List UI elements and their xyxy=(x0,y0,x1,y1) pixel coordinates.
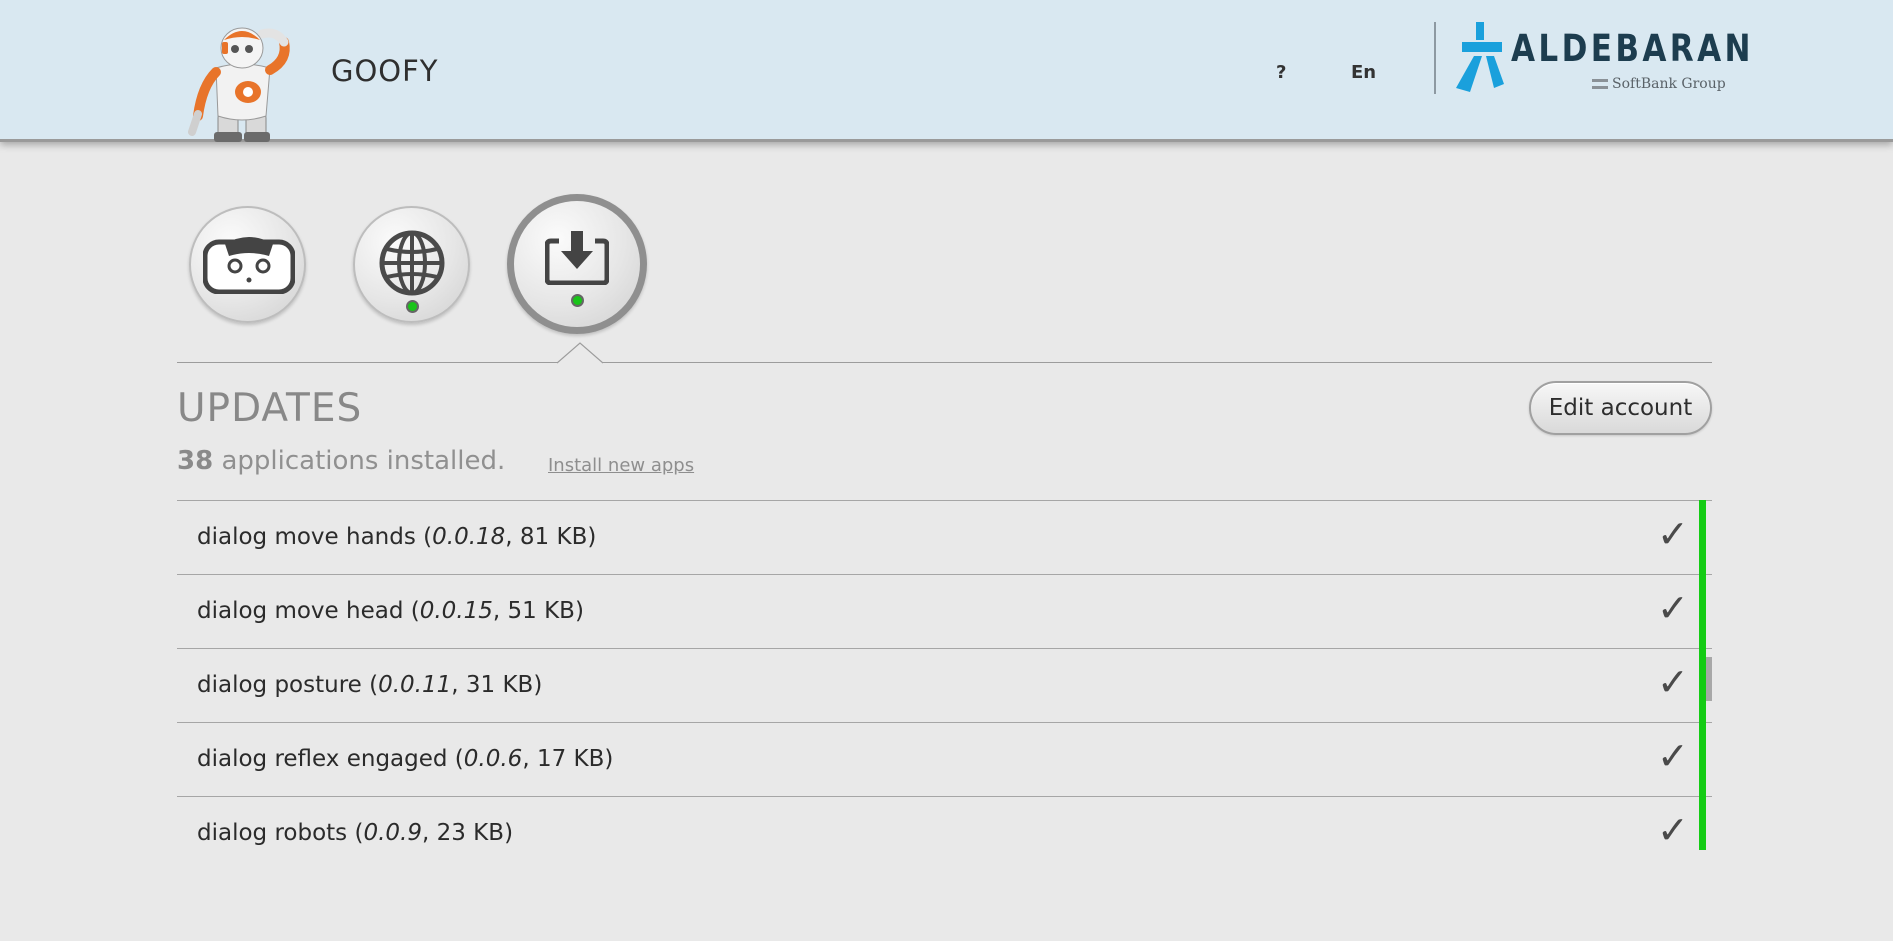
active-tab-pointer-icon xyxy=(557,342,603,364)
download-icon xyxy=(545,231,609,285)
language-selector[interactable]: En xyxy=(1351,62,1376,83)
softbank-mark-icon xyxy=(1592,79,1608,89)
apps-count-summary: 38 applications installed. xyxy=(177,446,505,476)
app-size: 31 KB xyxy=(465,672,534,698)
app-status-check-icon[interactable]: ✓ xyxy=(1657,512,1689,556)
app-status-check-icon[interactable]: ✓ xyxy=(1657,734,1689,778)
app-label: dialog posture (0.0.11, 31 KB) xyxy=(197,672,543,698)
app-list: dialog move hands (0.0.18, 81 KB) ✓ dial… xyxy=(177,500,1712,850)
brand-name: ALDEBARAN xyxy=(1511,27,1754,70)
app-version: 0.0.15 xyxy=(419,598,493,624)
app-name: dialog posture xyxy=(197,672,362,698)
app-size: 23 KB xyxy=(436,820,505,846)
header-divider xyxy=(1434,22,1436,94)
section-network-button[interactable] xyxy=(353,206,470,323)
app-status-check-icon[interactable]: ✓ xyxy=(1657,808,1689,850)
brand-group: SoftBank Group xyxy=(1592,76,1726,92)
updates-status-dot xyxy=(571,294,584,307)
apps-count-suffix: applications installed. xyxy=(213,446,506,476)
app-version: 0.0.11 xyxy=(378,672,452,698)
app-version: 0.0.6 xyxy=(463,746,523,772)
installed-status-bar xyxy=(1699,500,1706,850)
app-size: 17 KB xyxy=(536,746,605,772)
app-label: dialog move head (0.0.15, 51 KB) xyxy=(197,598,584,624)
brand-group-label: SoftBank Group xyxy=(1612,76,1726,92)
app-row: dialog robots (0.0.9, 23 KB) ✓ xyxy=(177,796,1712,850)
install-new-apps-link[interactable]: Install new apps xyxy=(548,455,694,476)
help-link[interactable]: ? xyxy=(1276,62,1286,83)
robot-face-icon xyxy=(203,237,295,294)
edit-account-button[interactable]: Edit account xyxy=(1529,381,1712,435)
app-name: dialog move head xyxy=(197,598,404,624)
section-robot-button[interactable] xyxy=(189,206,306,323)
header-bar: GOOFY ? En ALDEBARAN SoftBank Group xyxy=(0,0,1893,142)
app-label: dialog reflex engaged (0.0.6, 17 KB) xyxy=(197,746,614,772)
globe-icon xyxy=(379,230,445,296)
app-status-check-icon[interactable]: ✓ xyxy=(1657,660,1689,704)
app-size: 51 KB xyxy=(507,598,575,624)
apps-count: 38 xyxy=(177,446,214,476)
aldebaran-logo-icon xyxy=(1456,22,1504,92)
app-label: dialog move hands (0.0.18, 81 KB) xyxy=(197,524,597,550)
app-name: dialog robots xyxy=(197,820,348,846)
network-status-dot xyxy=(406,300,419,313)
app-status-check-icon[interactable]: ✓ xyxy=(1657,586,1689,630)
app-label: dialog robots (0.0.9, 23 KB) xyxy=(197,820,514,846)
section-divider xyxy=(177,362,1712,363)
app-row: dialog move head (0.0.15, 51 KB) ✓ xyxy=(177,574,1712,648)
app-version: 0.0.9 xyxy=(363,820,422,846)
app-size: 81 KB xyxy=(519,524,588,550)
list-scrollbar-thumb[interactable] xyxy=(1706,657,1712,701)
app-version: 0.0.18 xyxy=(432,524,506,550)
robot-name: GOOFY xyxy=(331,54,439,88)
app-row: dialog move hands (0.0.18, 81 KB) ✓ xyxy=(177,500,1712,574)
section-updates-button[interactable] xyxy=(507,194,647,334)
app-row: dialog posture (0.0.11, 31 KB) ✓ xyxy=(177,648,1712,722)
robot-avatar xyxy=(188,27,290,142)
app-name: dialog move hands xyxy=(197,524,416,550)
app-name: dialog reflex engaged xyxy=(197,746,448,772)
page-title: UPDATES xyxy=(177,386,363,431)
app-row: dialog reflex engaged (0.0.6, 17 KB) ✓ xyxy=(177,722,1712,796)
